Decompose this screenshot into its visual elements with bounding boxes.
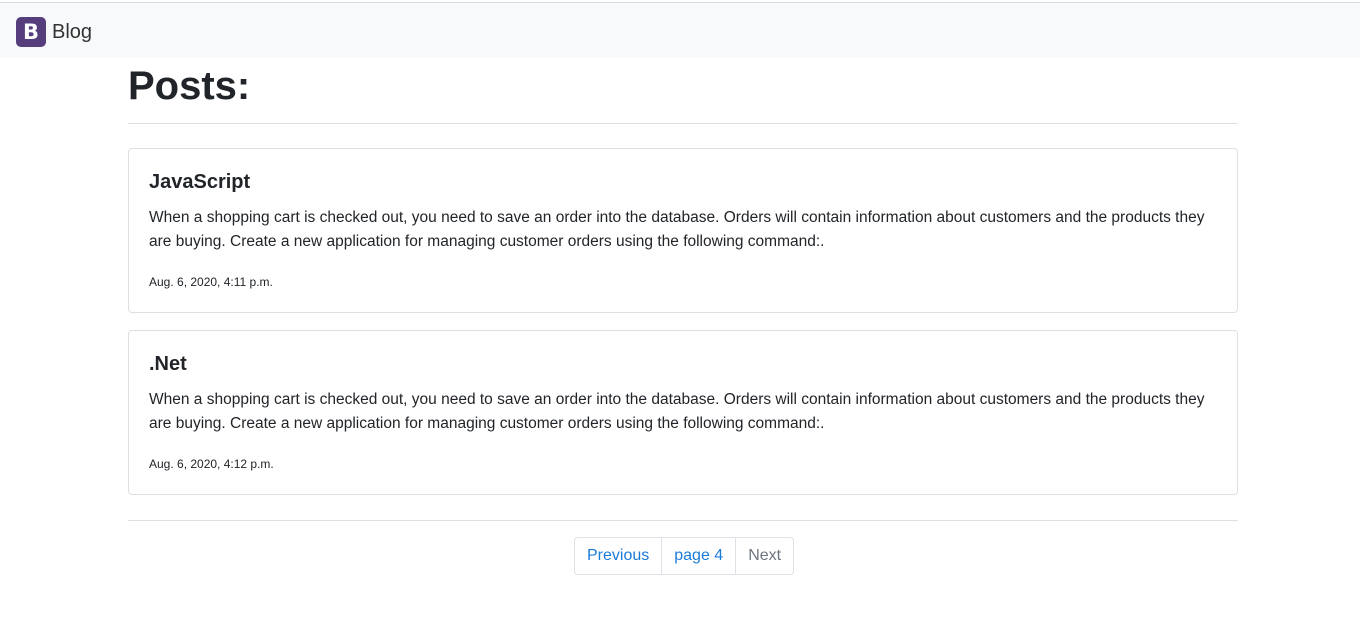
brand-link[interactable]: B Blog: [16, 17, 92, 47]
divider: [128, 520, 1238, 521]
post-title: .Net: [149, 353, 187, 375]
page-title: Posts:: [128, 64, 251, 108]
bootstrap-logo-icon: B: [16, 17, 46, 47]
brand-title: Blog: [52, 20, 93, 43]
navbar: B Blog: [0, 3, 1360, 58]
previous-page-link[interactable]: Previous: [575, 538, 662, 574]
post-body: When a shopping cart is checked out, you…: [149, 209, 1205, 250]
post-title: JavaScript: [149, 171, 251, 193]
pagination: Previous page 4 Next: [574, 537, 795, 575]
post-body: When a shopping cart is checked out, you…: [149, 391, 1205, 432]
next-page-link: Next: [735, 538, 794, 574]
post-date: Aug. 6, 2020, 4:11 p.m.: [149, 275, 273, 289]
post-card: JavaScript When a shopping cart is check…: [128, 148, 1238, 313]
post-card: .Net When a shopping cart is checked out…: [128, 330, 1238, 495]
post-date: Aug. 6, 2020, 4:12 p.m.: [149, 457, 274, 471]
divider: [128, 123, 1238, 124]
current-page-link[interactable]: page 4: [661, 538, 736, 574]
